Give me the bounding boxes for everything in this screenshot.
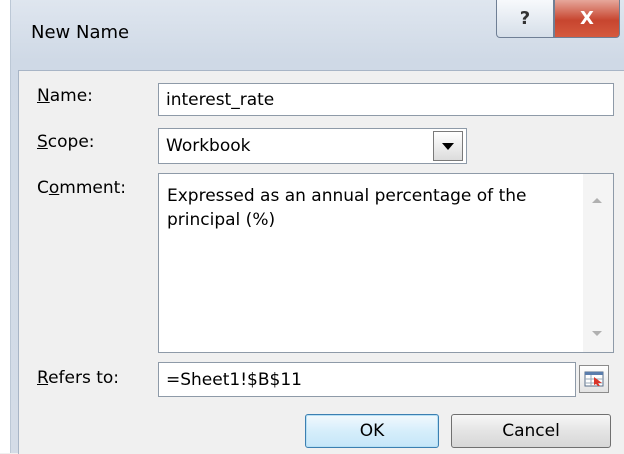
scroll-down-arrow-icon[interactable]: [592, 331, 602, 336]
close-button[interactable]: X: [554, 0, 620, 38]
dialog-title: New Name: [31, 22, 130, 43]
scope-value: Workbook: [166, 136, 251, 156]
chevron-down-icon: [442, 142, 454, 150]
range-collapse-button[interactable]: [579, 365, 609, 393]
window-edge: [0, 0, 11, 453]
refers-to-label: Refers to:: [37, 368, 120, 388]
comment-label: Comment:: [37, 178, 127, 198]
name-input[interactable]: interest_rate: [158, 83, 614, 116]
comment-textarea[interactable]: Expressed as an annual percentage of the…: [158, 173, 614, 353]
help-button[interactable]: ?: [496, 0, 554, 38]
scope-label: Scope:: [37, 132, 95, 152]
cancel-button[interactable]: Cancel: [451, 414, 611, 448]
refers-to-input[interactable]: =Sheet1!$B$11: [158, 362, 576, 397]
ok-button[interactable]: OK: [305, 414, 439, 448]
scope-select[interactable]: Workbook: [158, 128, 467, 164]
comment-scrollbar[interactable]: [583, 174, 613, 352]
scroll-up-arrow-icon[interactable]: [592, 198, 602, 203]
scope-dropdown-button[interactable]: [433, 131, 463, 161]
comment-text: Expressed as an annual percentage of the…: [167, 186, 532, 230]
range-collapse-icon: [584, 371, 604, 387]
help-icon: ?: [519, 8, 531, 29]
name-label: Name:: [37, 86, 93, 106]
close-icon: X: [580, 8, 594, 29]
